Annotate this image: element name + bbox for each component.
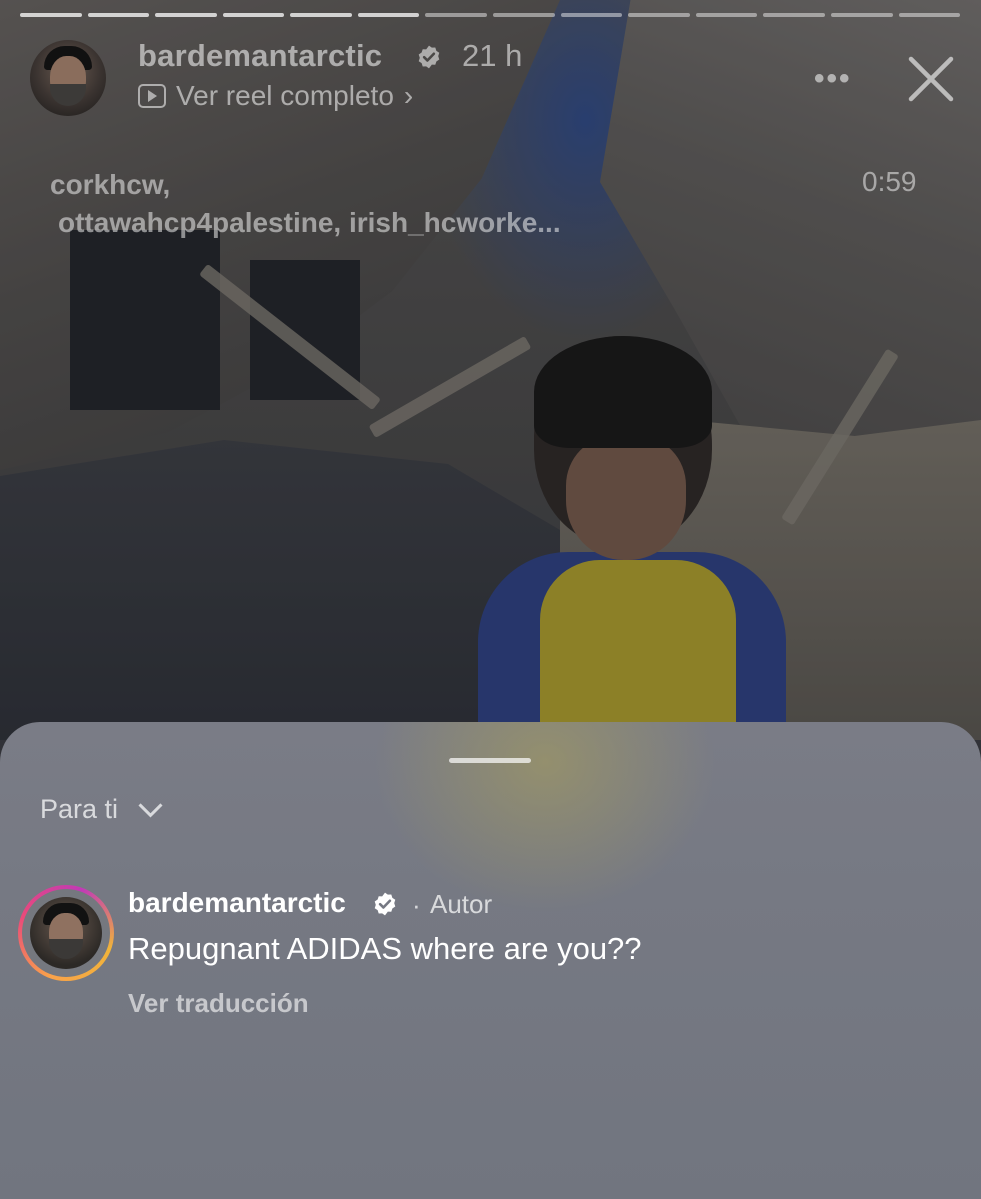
tagged-accounts[interactable]: corkhcw, ottawahcp4palestine, irish_hcwo… bbox=[50, 166, 561, 242]
filter-label: Para ti bbox=[40, 794, 119, 824]
author-badge: Autor bbox=[430, 889, 493, 919]
progress-segment bbox=[560, 13, 623, 17]
avatar-photo bbox=[30, 897, 102, 969]
commenter-avatar[interactable] bbox=[18, 885, 114, 981]
avatar-beard bbox=[50, 84, 86, 106]
progress-segment bbox=[290, 13, 352, 17]
progress-segment bbox=[222, 13, 285, 17]
view-full-reel-label: Ver reel completo bbox=[176, 80, 394, 111]
view-full-reel-link[interactable]: Ver reel completo › bbox=[138, 80, 413, 112]
separator-dot: · bbox=[412, 890, 421, 920]
progress-segment bbox=[493, 13, 555, 17]
comments-sheet: Para ti bardemantarctic · Autor Repugnan… bbox=[0, 722, 981, 1199]
chevron-down-icon bbox=[138, 793, 163, 818]
tag-line: ottawahcp4palestine, irish_hcworke... bbox=[58, 207, 561, 238]
story-progress bbox=[20, 13, 961, 17]
avatar-ring-gap bbox=[22, 889, 110, 977]
close-icon[interactable] bbox=[904, 52, 958, 106]
progress-segment bbox=[763, 13, 825, 17]
progress-segment bbox=[20, 13, 82, 17]
progress-segment bbox=[898, 13, 961, 17]
author-avatar[interactable] bbox=[30, 40, 106, 116]
comment-filter-dropdown[interactable]: Para ti bbox=[40, 793, 163, 825]
more-icon[interactable]: ••• bbox=[814, 62, 852, 96]
progress-segment bbox=[830, 13, 893, 17]
chevron-right-icon: › bbox=[403, 80, 414, 111]
progress-segment bbox=[87, 13, 150, 17]
sheet-drag-handle[interactable] bbox=[449, 758, 531, 763]
comment-text: Repugnant ADIDAS where are you?? bbox=[128, 931, 642, 966]
avatar-beard bbox=[49, 939, 83, 959]
progress-segment bbox=[425, 13, 488, 17]
verified-badge-icon bbox=[374, 892, 396, 916]
progress-segment bbox=[695, 13, 758, 17]
comment-username[interactable]: bardemantarctic bbox=[128, 887, 346, 919]
progress-segment bbox=[357, 13, 420, 17]
post-age: 21 h bbox=[462, 38, 523, 73]
video-duration: 0:59 bbox=[862, 166, 917, 197]
author-username[interactable]: bardemantarctic bbox=[138, 38, 382, 74]
progress-segment bbox=[628, 13, 690, 17]
see-translation-link[interactable]: Ver traducción bbox=[128, 988, 309, 1019]
tag-line: corkhcw, bbox=[50, 169, 171, 200]
progress-segment bbox=[155, 13, 217, 17]
play-icon bbox=[138, 84, 166, 108]
verified-badge-icon bbox=[418, 45, 440, 69]
